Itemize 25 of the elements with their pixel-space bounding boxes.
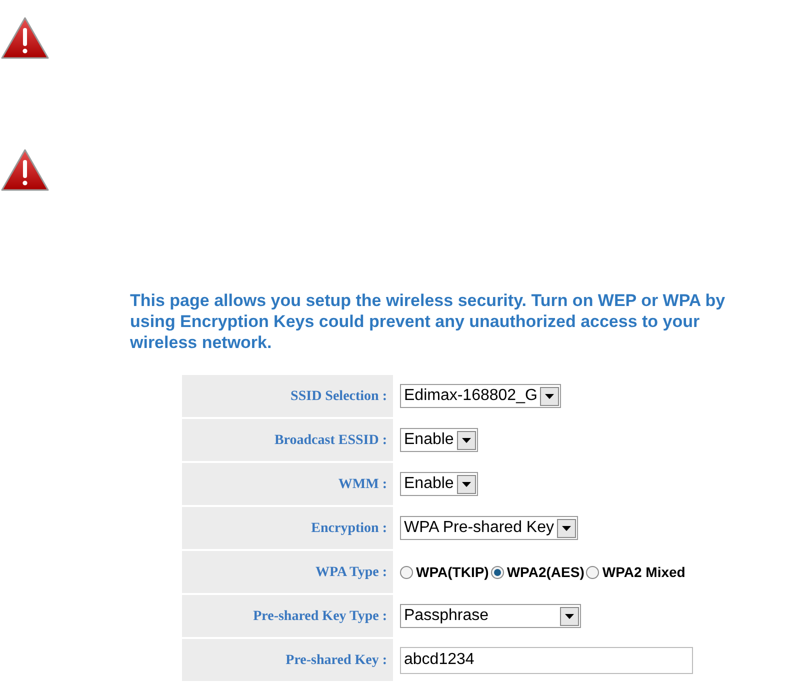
caret-icon [565,614,574,618]
field-label: Pre-shared Key : [182,639,393,681]
caret-icon [562,526,571,530]
dropdown[interactable]: Passphrase [400,604,581,628]
field-label: WPA Type : [182,551,393,593]
field-label: WMM : [182,463,393,505]
dropdown[interactable]: Edimax-168802_G [400,384,562,408]
radio-button[interactable] [490,566,504,578]
radio-label: WPA(TKIP) [416,562,489,582]
radio-label: WPA2(AES) [506,562,584,582]
radio-label: WPA2 Mixed [602,562,686,582]
caret-icon [545,394,554,398]
dropdown[interactable]: WPA Pre-shared Key [400,516,578,540]
field-label: Broadcast ESSID : [182,419,393,461]
field-label: SSID Selection : [182,375,393,417]
dropdown[interactable]: Enable [400,472,478,496]
field-label: Pre-shared Key Type : [182,595,393,637]
intro-text: This page allows you setup the wireless security. Turn on WEP or WPA by using Encryption Keys could prevent any unauthorized access to your wireless network. [130,290,726,353]
radio-button[interactable] [400,566,413,578]
key-input-field[interactable]: abcd1234 [400,646,693,674]
radio-button[interactable] [586,566,600,578]
caret-icon [462,438,471,442]
dropdown[interactable]: Enable [400,428,478,452]
caret-icon [462,482,471,486]
field-label: Encryption : [182,507,393,549]
